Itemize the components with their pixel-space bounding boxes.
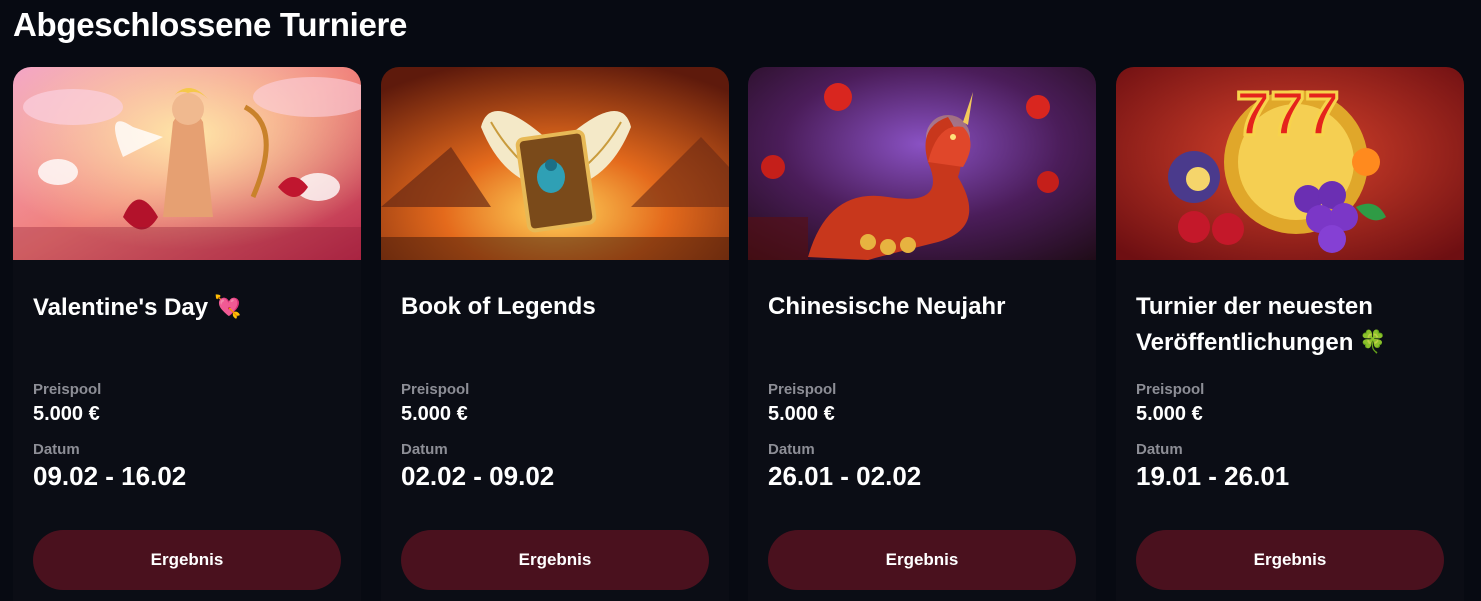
fruit-slots-banner-image[interactable]: 777	[1116, 67, 1464, 260]
date-label: Datum	[768, 441, 815, 458]
tournament-title-text: Book of Legends	[401, 293, 596, 320]
tournament-title: Chinesische Neujahr	[768, 289, 1068, 324]
tournament-card-list: Valentine's Day 💘 Preispool 5.000 € Datum…	[13, 67, 1464, 601]
prize-pool-value: 5.000 €	[401, 403, 468, 425]
section-title: Abgeschlossene Turniere	[13, 6, 408, 43]
date-label: Datum	[1136, 441, 1183, 458]
prize-pool-value: 5.000 €	[768, 403, 835, 425]
tournament-title-text: Valentine's Day	[33, 294, 209, 321]
svg-text:777: 777	[1236, 80, 1339, 149]
prize-pool-label: Preispool	[768, 381, 837, 398]
winged-book-banner-image[interactable]	[381, 67, 729, 260]
date-value: 26.01 - 02.02	[768, 461, 922, 491]
prize-pool-label: Preispool	[33, 381, 102, 398]
result-button[interactable]: Ergebnis	[33, 530, 341, 590]
date-value: 02.02 - 09.02	[401, 461, 555, 491]
date-label: Datum	[33, 441, 80, 458]
tournament-card[interactable]: Book of Legends Preispool 5.000 € Datum …	[381, 67, 729, 601]
date-value: 09.02 - 16.02	[33, 461, 187, 491]
prize-pool-label: Preispool	[401, 381, 470, 398]
tournament-card[interactable]: 777 Turnier der neuesten Veröffentlichun…	[1116, 67, 1464, 601]
cupid-banner-image[interactable]	[13, 67, 361, 260]
tournaments-page: Abgeschlossene Turniere Valentine's Day …	[0, 0, 1481, 601]
date-value: 19.01 - 26.01	[1136, 461, 1290, 491]
tournament-title: Valentine's Day 💘	[33, 289, 333, 325]
tournament-title: Book of Legends	[401, 289, 701, 324]
tournament-card[interactable]: Chinesische Neujahr Preispool 5.000 € Da…	[748, 67, 1096, 601]
dragon-banner-image[interactable]	[748, 67, 1096, 260]
prize-pool-value: 5.000 €	[1136, 403, 1203, 425]
prize-pool-value: 5.000 €	[33, 403, 100, 425]
tournament-card[interactable]: Valentine's Day 💘 Preispool 5.000 € Datum…	[13, 67, 361, 601]
four-leaf-clover-icon: 🍀	[1359, 329, 1387, 354]
tournament-title: Turnier der neuesten Veröffentlichungen 🍀	[1136, 289, 1436, 360]
prize-pool-label: Preispool	[1136, 381, 1205, 398]
tournament-title-text: Chinesische Neujahr	[768, 293, 1006, 320]
date-label: Datum	[401, 441, 448, 458]
result-button[interactable]: Ergebnis	[1136, 530, 1444, 590]
result-button[interactable]: Ergebnis	[401, 530, 709, 590]
tournament-title-text: Turnier der neuesten Veröffentlichungen	[1136, 293, 1373, 356]
heart-arrow-icon: 💘	[214, 294, 242, 319]
result-button[interactable]: Ergebnis	[768, 530, 1076, 590]
